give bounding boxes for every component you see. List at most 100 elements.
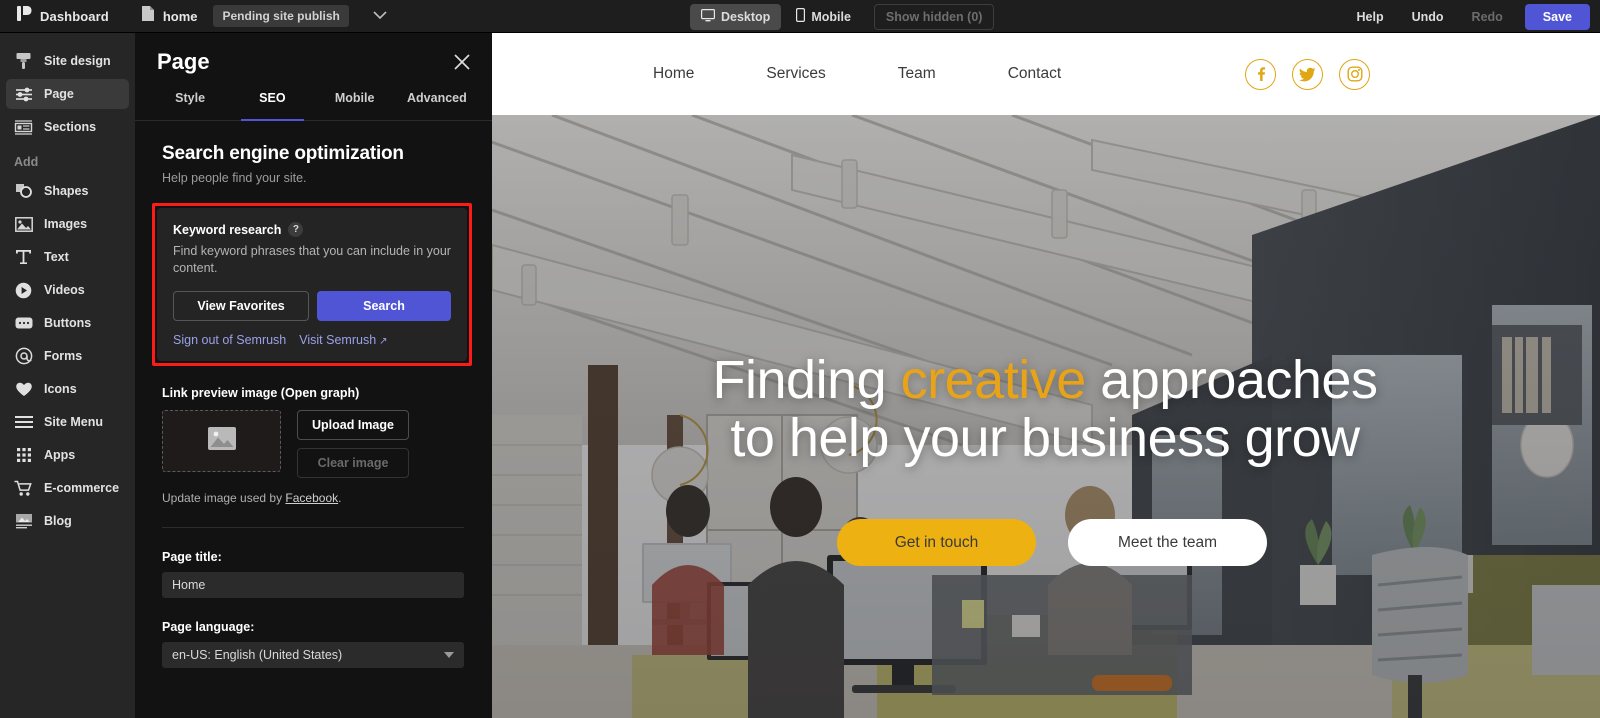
panel-content: Search engine optimization Help people f… [135, 121, 492, 668]
sidebar-item-shapes[interactable]: Shapes [6, 176, 129, 206]
redo-button[interactable]: Redo [1458, 5, 1517, 29]
sidebar-item-forms[interactable]: Forms [6, 341, 129, 371]
sidebar-item-sections[interactable]: Sections [6, 112, 129, 142]
visit-semrush-link[interactable]: Visit Semrush ↗ [299, 333, 387, 347]
nav-link-contact[interactable]: Contact [972, 65, 1097, 83]
open-graph-section: Link preview image (Open graph) Upload I… [162, 386, 470, 528]
text-t-icon [14, 248, 33, 267]
sidebar-item-label: Images [44, 217, 88, 231]
play-circle-icon [14, 281, 33, 300]
facebook-link[interactable]: Facebook [285, 491, 338, 505]
view-desktop-button[interactable]: Desktop [690, 3, 782, 30]
paint-brush-icon [14, 52, 33, 71]
sections-icon [14, 118, 33, 137]
sidebar-item-label: Icons [44, 382, 77, 396]
panel-tabs: Style SEO Mobile Advanced [135, 91, 492, 121]
upload-image-button[interactable]: Upload Image [297, 409, 409, 440]
top-toolbar: Dashboard home Pending site publish Desk… [0, 0, 1600, 33]
viewport-switcher: Desktop Mobile Show hidden (0) [690, 0, 995, 33]
nav-link-team[interactable]: Team [862, 65, 972, 83]
sidebar-item-label: Videos [44, 283, 85, 297]
twitter-icon[interactable] [1292, 58, 1323, 90]
file-breadcrumb[interactable]: home Pending site publish [141, 5, 387, 27]
chevron-down-icon[interactable] [373, 7, 387, 25]
tab-seo[interactable]: SEO [231, 91, 313, 121]
semrush-links: Sign out of Semrush Visit Semrush ↗ [173, 333, 451, 347]
sidebar-item-videos[interactable]: Videos [6, 275, 129, 305]
sidebar-add-heading: Add [14, 155, 39, 169]
og-note-prefix: Update image used by [162, 490, 286, 505]
sidebar-item-label: Buttons [44, 316, 92, 330]
view-mobile-button[interactable]: Mobile [785, 3, 862, 30]
sidebar-item-apps[interactable]: Apps [6, 440, 129, 470]
og-image-dropzone[interactable] [162, 409, 281, 472]
show-hidden-button[interactable]: Show hidden (0) [873, 3, 995, 30]
social-links [1245, 58, 1370, 90]
nav-link-services[interactable]: Services [730, 65, 861, 83]
panel-header: Page [135, 33, 492, 91]
tab-advanced[interactable]: Advanced [396, 91, 478, 120]
sidebar-item-e-commerce[interactable]: E-commerce [6, 473, 129, 503]
sidebar-item-label: E-commerce [44, 481, 120, 495]
question-mark-icon[interactable]: ? [288, 222, 304, 237]
dashboard-button[interactable]: Dashboard [11, 2, 115, 30]
hero-line1-before: Finding [712, 350, 901, 410]
shopping-cart-icon [14, 479, 33, 498]
page-file-icon [141, 5, 155, 27]
page-title: Page [157, 49, 210, 74]
facebook-icon[interactable] [1245, 58, 1276, 90]
sidebar-item-buttons[interactable]: Buttons [6, 308, 129, 338]
sidebar-item-label: Text [44, 250, 69, 264]
blog-icon [14, 512, 33, 531]
left-sidebar: Site design Page Sections Add Shapes Ima… [0, 33, 135, 718]
close-icon[interactable] [452, 52, 472, 72]
dashboard-label: Dashboard [40, 8, 109, 24]
nav-link-home[interactable]: Home [617, 65, 730, 83]
image-placeholder-icon [207, 426, 237, 456]
sidebar-item-site-design[interactable]: Site design [6, 46, 129, 76]
page-language-select[interactable]: en-US: English (United States) [162, 641, 464, 668]
hero-headline: Finding creative approaches to help your… [492, 351, 1600, 468]
clear-image-button[interactable]: Clear image [297, 447, 409, 478]
keyword-research-card: Keyword research ? Find keyword phrases … [157, 208, 467, 361]
sidebar-item-blog[interactable]: Blog [6, 506, 129, 536]
toolbar-left-group: Dashboard home Pending site publish [0, 2, 387, 30]
toolbar-right-group: Help Undo Redo Save [1343, 0, 1590, 33]
sidebar-item-images[interactable]: Images [6, 209, 129, 239]
dashboard-logo-icon [17, 5, 32, 27]
hero-cta-group: Get in touch Meet the team [492, 519, 1600, 566]
heart-icon [14, 380, 33, 399]
sidebar-item-page[interactable]: Page [6, 79, 129, 109]
tab-style[interactable]: Style [149, 91, 231, 120]
at-sign-icon [14, 347, 33, 366]
og-note-suffix: . [338, 490, 342, 505]
save-button[interactable]: Save [1524, 3, 1590, 30]
site-header: Home Services Team Contact [492, 33, 1600, 115]
keyword-research-title: Keyword research [173, 222, 282, 237]
get-in-touch-button[interactable]: Get in touch [837, 519, 1036, 566]
hamburger-icon [14, 413, 33, 432]
sidebar-item-text[interactable]: Text [6, 242, 129, 272]
hero-text-block: Finding creative approaches to help your… [492, 351, 1600, 468]
sidebar-item-icons[interactable]: Icons [6, 374, 129, 404]
help-link[interactable]: Help [1343, 5, 1398, 29]
hero-line1-after: approaches [1085, 350, 1378, 410]
instagram-icon[interactable] [1339, 58, 1370, 90]
search-button[interactable]: Search [317, 290, 451, 321]
undo-button[interactable]: Undo [1398, 5, 1458, 29]
shapes-icon [14, 182, 33, 201]
page-settings-panel: Page Style SEO Mobile Advanced Search en… [135, 33, 492, 718]
view-mobile-label: Mobile [811, 9, 851, 24]
sidebar-item-site-menu[interactable]: Site Menu [6, 407, 129, 437]
sliders-icon [14, 85, 33, 104]
tab-mobile[interactable]: Mobile [314, 91, 396, 120]
file-name: home [162, 8, 198, 24]
hero-section: Finding creative approaches to help your… [492, 115, 1600, 718]
sidebar-item-label: Blog [44, 514, 72, 528]
page-language-select-wrap: en-US: English (United States) [162, 641, 464, 668]
meet-the-team-button[interactable]: Meet the team [1068, 519, 1267, 566]
page-title-input[interactable] [162, 571, 464, 598]
view-favorites-button[interactable]: View Favorites [173, 290, 309, 321]
sign-out-semrush-link[interactable]: Sign out of Semrush [173, 333, 286, 347]
view-desktop-label: Desktop [721, 9, 771, 24]
